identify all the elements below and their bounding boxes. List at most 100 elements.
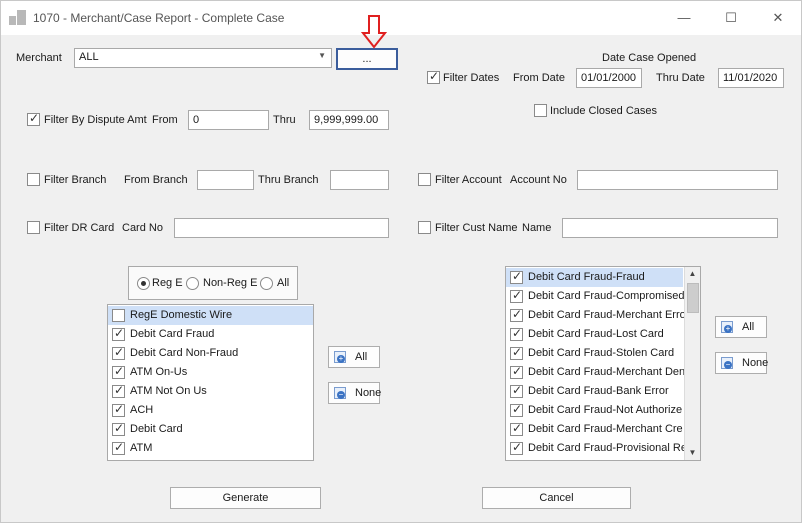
list-item[interactable]: Debit Card Fraud-Stolen Card (506, 344, 683, 363)
list-item[interactable]: ATM On-Us (108, 363, 313, 382)
list-item-checkbox[interactable] (510, 345, 523, 360)
list-item-label: RegE Domestic Wire (130, 309, 233, 321)
list-scrollbar[interactable]: ▲ ▼ (684, 267, 700, 460)
account-no-label: Account No (510, 174, 567, 186)
list-item-checkbox[interactable] (112, 345, 125, 360)
list-item-checkbox[interactable] (510, 326, 523, 341)
card-no-field[interactable] (174, 218, 389, 238)
list-item-checkbox[interactable] (510, 269, 523, 284)
filter-dispute-amt-checkbox[interactable] (27, 111, 40, 126)
list-item[interactable]: Debit Card Fraud-Bank Error (506, 382, 683, 401)
list-item-checkbox[interactable] (510, 383, 523, 398)
from-branch-field[interactable] (197, 170, 254, 190)
name-field[interactable] (562, 218, 778, 238)
thru-branch-field[interactable] (330, 170, 389, 190)
reg-e-radio[interactable] (137, 277, 150, 290)
list-item[interactable]: Debit Card Non-Fraud (108, 344, 313, 363)
list-item-label: Debit Card Fraud-Merchant Erro (528, 309, 686, 321)
list-item-checkbox[interactable] (112, 326, 125, 341)
list-item-checkbox[interactable] (510, 364, 523, 379)
list-item-label: Debit Card Fraud-Compromised (528, 290, 685, 302)
left-select-none-button[interactable]: − None (328, 382, 381, 404)
remove-icon: − (334, 387, 346, 399)
list-item-checkbox[interactable] (510, 288, 523, 303)
list-item-checkbox[interactable] (112, 364, 125, 379)
list-item-checkbox[interactable] (510, 440, 523, 455)
list-item-label: Debit Card Non-Fraud (130, 347, 239, 359)
dispute-from-field[interactable]: 0 (188, 110, 269, 130)
list-item[interactable]: Debit Card Fraud-Compromised (506, 287, 685, 306)
case-reason-list[interactable]: Debit Card Fraud-Fraud Debit Card Fraud-… (505, 266, 701, 461)
list-item-checkbox[interactable] (510, 402, 523, 417)
merchant-browse-button[interactable]: ... (336, 48, 398, 70)
cancel-button[interactable]: Cancel (482, 487, 631, 509)
filter-account-label: Filter Account (435, 174, 502, 186)
list-item-label: Debit Card Fraud-Merchant Den (528, 366, 686, 378)
thru-branch-label: Thru Branch (258, 174, 319, 186)
right-select-all-label: All (742, 321, 755, 333)
left-select-all-button[interactable]: + All (328, 346, 380, 368)
list-item-label: Debit Card Fraud-Bank Error (528, 385, 669, 397)
list-item[interactable]: Debit Card Fraud-Provisional Re (506, 439, 687, 458)
list-item-label: Debit Card Fraud-Stolen Card (528, 347, 675, 359)
filter-cust-name-label: Filter Cust Name (435, 222, 518, 234)
scroll-down-icon[interactable]: ▼ (685, 446, 700, 460)
scroll-up-icon[interactable]: ▲ (685, 267, 700, 281)
filter-dispute-amt-label: Filter By Dispute Amt (44, 114, 147, 126)
account-no-field[interactable] (577, 170, 778, 190)
chevron-down-icon: ▼ (318, 51, 326, 60)
list-item[interactable]: ATM (108, 439, 313, 458)
list-item-checkbox[interactable] (112, 383, 125, 398)
list-item-label: Debit Card (130, 423, 183, 435)
list-item[interactable]: Debit Card Fraud-Fraud (506, 268, 683, 287)
list-item-checkbox[interactable] (112, 421, 125, 436)
list-item[interactable]: Debit Card Fraud-Merchant Erro (506, 306, 686, 325)
include-closed-label: Include Closed Cases (550, 105, 658, 117)
maximize-button[interactable]: ☐ (719, 7, 743, 29)
dispute-thru-field[interactable]: 9,999,999.00 (309, 110, 389, 130)
list-item[interactable]: ATM Not On Us (108, 382, 313, 401)
filter-cust-name-checkbox[interactable] (418, 221, 431, 234)
list-item-label: ACH (130, 404, 154, 416)
list-item[interactable]: Debit Card Fraud-Merchant Den (506, 363, 686, 382)
list-item-checkbox[interactable] (510, 307, 523, 322)
list-item[interactable]: RegE Domestic Wire (108, 306, 313, 325)
dispute-from-label: From (152, 114, 178, 126)
list-item[interactable]: Debit Card Fraud (108, 325, 313, 344)
filter-account-checkbox[interactable] (418, 173, 431, 186)
merchant-dropdown[interactable]: ALL ▼ (74, 48, 332, 68)
merchant-value: ALL (79, 51, 99, 63)
list-item-label: Debit Card Fraud-Lost Card (528, 328, 664, 340)
thru-date-field[interactable]: 11/01/2020 (718, 68, 784, 88)
filter-dates-checkbox[interactable] (427, 69, 440, 84)
reg-e-label: Reg E (152, 277, 183, 289)
generate-button[interactable]: Generate (170, 487, 321, 509)
merchant-label: Merchant (16, 52, 62, 64)
minimize-button[interactable]: — (672, 7, 696, 29)
scroll-thumb[interactable] (687, 283, 699, 313)
list-item[interactable]: Debit Card (108, 420, 313, 439)
include-closed-checkbox[interactable] (534, 104, 547, 117)
list-item[interactable]: Debit Card Fraud-Lost Card (506, 325, 683, 344)
list-item-label: ATM (130, 442, 153, 454)
list-item[interactable]: Debit Card Fraud-Not Authorize (506, 401, 683, 420)
non-reg-e-radio[interactable] (186, 277, 199, 290)
list-item[interactable]: ACH (108, 401, 313, 420)
close-button[interactable]: ✕ (766, 7, 790, 29)
list-item-label: ATM On-Us (130, 366, 188, 378)
all-radio-label: All (277, 277, 290, 289)
reg-e-type-list[interactable]: RegE Domestic Wire Debit Card Fraud Debi… (107, 304, 314, 461)
all-radio[interactable] (260, 277, 273, 290)
list-item-checkbox[interactable] (112, 440, 125, 455)
filter-branch-checkbox[interactable] (27, 173, 40, 186)
add-icon: + (334, 351, 346, 363)
list-item[interactable]: Debit Card Fraud-Merchant Cre (506, 420, 683, 439)
right-select-all-button[interactable]: + All (715, 316, 767, 338)
list-item-checkbox[interactable] (510, 421, 523, 436)
right-select-none-button[interactable]: − None (715, 352, 768, 374)
from-date-field[interactable]: 01/01/2000 (576, 68, 642, 88)
filter-dr-card-checkbox[interactable] (27, 221, 40, 234)
list-item-checkbox[interactable] (112, 309, 125, 322)
app-icon (9, 10, 27, 26)
list-item-checkbox[interactable] (112, 402, 125, 417)
